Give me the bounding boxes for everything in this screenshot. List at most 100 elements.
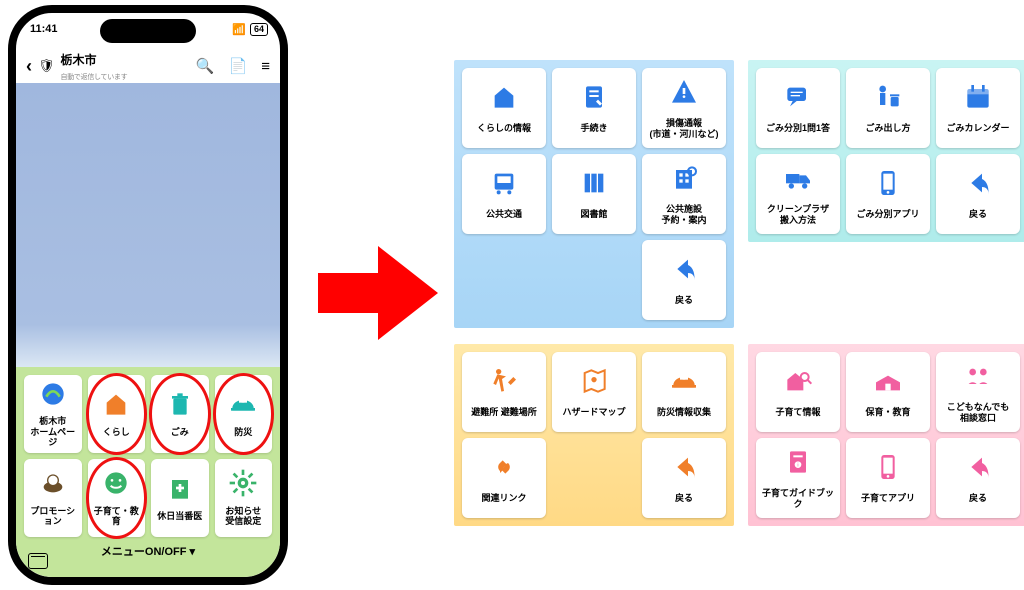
menu-area: 栃木市ホームページ くらし ごみ防災プロモーション子育て・教育休日当番医お知らせ受信… [16, 367, 280, 577]
panel-gomi: ごみ分別1問1答ごみ出し方ごみカレンダークリーンプラザ搬入方法 ごみ分別アプリ 戻る [748, 60, 1024, 242]
panel0-tile-3[interactable]: 公共交通 [462, 154, 546, 234]
evac-icon [488, 365, 520, 405]
menu-toggle[interactable]: メニューON/OFF ▾ [24, 543, 272, 559]
tile-label: 公共施設予約・案内 [658, 204, 709, 225]
panel3-tile-1[interactable]: 保育・教育 [846, 352, 930, 432]
tile-label: 子育て情報 [772, 407, 823, 417]
panel0-tile-1[interactable]: 手続き [552, 68, 636, 148]
phone-notch [100, 19, 196, 43]
panel2-tile-3[interactable]: 関連リンク [462, 438, 546, 518]
menu-tile-1[interactable]: くらし [88, 375, 146, 453]
tile-label: ハザードマップ [559, 407, 628, 417]
house-icon [488, 81, 520, 121]
tile-label: 図書館 [577, 209, 610, 219]
panel-kurashi: くらしの情報 手続き損傷通報(市道・河川など) 公共交通 図書館 公共施設予約・案内戻る [454, 60, 734, 328]
tile-label: 戻る [672, 493, 696, 503]
panel-bousai: 避難所 避難場所 ハザードマップ 防災情報収集関連リンク 戻る [454, 344, 734, 526]
menu-icon[interactable]: ≡ [261, 58, 270, 75]
panel0-tile-6[interactable]: 戻る [642, 240, 726, 320]
app-bar: ‹ 🛡 栃木市 自動で返信しています 🔍 📄 ≡ [16, 49, 280, 83]
app-title: 栃木市 [61, 53, 97, 67]
menu-tile-label: 栃木市ホームページ [24, 416, 82, 447]
search-icon[interactable]: 🔍 [196, 57, 215, 75]
tile-label: 損傷通報(市道・河川など) [647, 118, 722, 139]
trash-icon [164, 388, 196, 427]
menu-tile-6[interactable]: 休日当番医 [151, 459, 209, 537]
hazard-icon [668, 76, 700, 116]
menu-tile-7[interactable]: お知らせ受信設定 [215, 459, 273, 537]
panel0-tile-5[interactable]: 公共施設予約・案内 [642, 154, 726, 234]
panel0-tile-0[interactable]: くらしの情報 [462, 68, 546, 148]
menu-tile-2[interactable]: ごみ [151, 375, 209, 453]
panel1-tile-4[interactable]: ごみ分別アプリ [846, 154, 930, 234]
menu-tile-label: 子育て・教育 [88, 506, 146, 527]
map-icon [578, 365, 610, 405]
arrow-icon [318, 238, 438, 348]
building-icon [668, 162, 700, 202]
panel1-tile-5[interactable]: 戻る [936, 154, 1020, 234]
menu-tile-label: くらし [101, 427, 132, 437]
tile-label: 関連リンク [478, 493, 529, 503]
tile-label: ごみ分別アプリ [853, 209, 922, 219]
menu-tile-4[interactable]: プロモーション [24, 459, 82, 537]
menu-tile-3[interactable]: 防災 [215, 375, 273, 453]
panel1-tile-1[interactable]: ごみ出し方 [846, 68, 930, 148]
panel2-tile-0[interactable]: 避難所 避難場所 [462, 352, 546, 432]
house-search-icon [782, 365, 814, 405]
panel3-tile-0[interactable]: 子育て情報 [756, 352, 840, 432]
battery-icon: 64 [250, 23, 268, 36]
back-icon [962, 167, 994, 207]
tile-label: こどもなんでも相談窓口 [944, 402, 1013, 423]
panel1-tile-0[interactable]: ごみ分別1問1答 [756, 68, 840, 148]
panel3-tile-4[interactable]: 子育てアプリ [846, 438, 930, 518]
tile-label: 戻る [966, 493, 990, 503]
helmet-icon [227, 388, 259, 427]
menu-tile-0[interactable]: 栃木市ホームページ [24, 375, 82, 453]
tile-label: ごみカレンダー [943, 123, 1012, 133]
house-icon [100, 388, 132, 427]
person-trash-icon [872, 81, 904, 121]
menu-tile-5[interactable]: 子育て・教育 [88, 459, 146, 537]
back-icon [962, 451, 994, 491]
calendar-icon [962, 81, 994, 121]
panel1-tile-2[interactable]: ごみカレンダー [936, 68, 1020, 148]
phone-mockup: 11:41 📶 64 ‹ 🛡 栃木市 自動で返信しています 🔍 📄 ≡ 栃木市ホ… [8, 5, 288, 585]
signal-icon: 📶 [232, 23, 246, 36]
books-icon [578, 167, 610, 207]
tile-label: 子育てアプリ [858, 493, 918, 503]
promo-icon [37, 467, 69, 506]
hospital-icon [164, 472, 196, 511]
tile-label: くらしの情報 [474, 123, 534, 133]
panel0-tile-2[interactable]: 損傷通報(市道・河川など) [642, 68, 726, 148]
school-icon [872, 365, 904, 405]
helmet-icon [668, 365, 700, 405]
tile-label: 公共交通 [483, 209, 525, 219]
app-subtitle: 自動で返信しています [61, 74, 128, 81]
chat-icon [782, 81, 814, 121]
shield-icon: 🛡 [38, 58, 55, 74]
panel1-tile-3[interactable]: クリーンプラザ搬入方法 [756, 154, 840, 234]
tile-label: 避難所 避難場所 [468, 407, 540, 417]
back-icon[interactable]: ‹ [26, 56, 32, 77]
panel3-tile-2[interactable]: こどもなんでも相談窓口 [936, 352, 1020, 432]
gear-icon [227, 467, 259, 506]
back-icon [668, 451, 700, 491]
keyboard-icon[interactable] [28, 553, 48, 569]
panel-kosodate: 子育て情報 保育・教育こどもなんでも相談窓口 i子育てガイドブック子育てアプリ 戻る [748, 344, 1024, 526]
book-icon: i [782, 446, 814, 486]
panel2-tile-2[interactable]: 防災情報収集 [642, 352, 726, 432]
chat-background [16, 83, 280, 367]
panel2-tile-1[interactable]: ハザードマップ [552, 352, 636, 432]
tile-label: クリーンプラザ搬入方法 [764, 204, 832, 225]
list-icon[interactable]: 📄 [229, 57, 248, 75]
panel3-tile-3[interactable]: i子育てガイドブック [756, 438, 840, 518]
panel0-tile-4[interactable]: 図書館 [552, 154, 636, 234]
panel2-tile-4[interactable]: 戻る [642, 438, 726, 518]
tile-label: 戻る [672, 295, 696, 305]
menu-tile-label: お知らせ受信設定 [223, 506, 263, 527]
back-icon [668, 253, 700, 293]
phone-icon [872, 167, 904, 207]
logo-icon [37, 378, 69, 417]
consult-icon [962, 360, 994, 400]
panel3-tile-5[interactable]: 戻る [936, 438, 1020, 518]
